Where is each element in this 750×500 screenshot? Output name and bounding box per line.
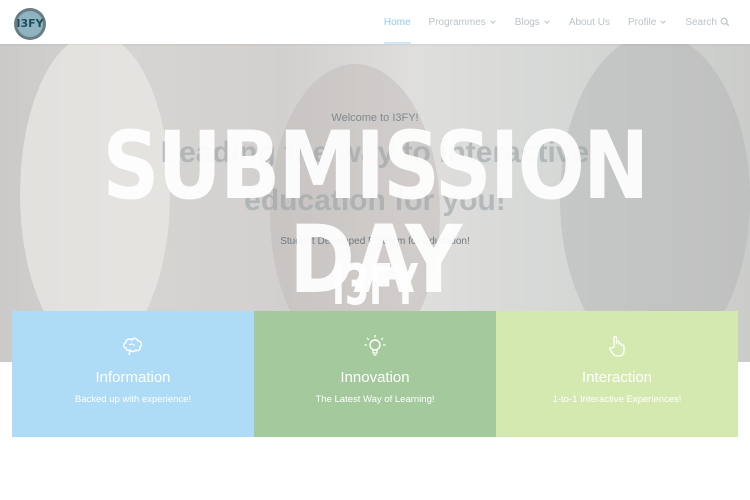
feature-card-interaction[interactable]: Interaction 1-to-1 Interactive Experienc… [496, 311, 738, 437]
overlay-subtitle: I3FY [332, 253, 418, 318]
chevron-down-icon [544, 20, 550, 24]
search-icon [720, 17, 730, 27]
feature-cards: Information Backed up with experience! I… [12, 311, 738, 437]
chevron-down-icon [490, 20, 496, 24]
feature-card-information[interactable]: Information Backed up with experience! [12, 311, 254, 437]
feature-title: Interaction [581, 369, 653, 386]
feature-title: Innovation [340, 369, 410, 386]
nav-item-programmes[interactable]: Programmes [429, 0, 497, 44]
brain-icon [123, 337, 143, 356]
nav-item-blogs[interactable]: Blogs [515, 0, 551, 44]
nav-item-about-us[interactable]: About Us [569, 0, 610, 44]
feature-description: 1-to-1 Interactive Experiences! [552, 394, 682, 405]
nav-item-label: Profile [627, 16, 657, 28]
search-label: Search [685, 16, 717, 28]
logo-text: I3FY [16, 17, 44, 30]
nav-item-profile[interactable]: Profile [628, 0, 667, 44]
main-nav: Home Programmes Blogs About Us Profile S… [383, 0, 730, 44]
chevron-down-icon [660, 20, 667, 24]
feature-card-innovation[interactable]: Innovation The Latest Way of Learning! [254, 311, 496, 437]
nav-search[interactable]: Search [685, 0, 730, 44]
lightbulb-icon [364, 335, 386, 356]
nav-item-label: About Us [568, 16, 610, 28]
feature-title: Information [95, 369, 171, 386]
feature-description: The Latest Way of Learning! [315, 394, 435, 405]
nav-item-label: Blogs [514, 16, 540, 28]
feature-description: Backed up with experience! [74, 394, 192, 405]
nav-item-label: Home [383, 16, 411, 28]
top-navbar: I3FY Home Programmes Blogs About Us Prof… [0, 0, 750, 44]
nav-item-label: Programmes [428, 16, 486, 28]
site-logo[interactable]: I3FY [14, 8, 46, 40]
nav-item-home[interactable]: Home [383, 0, 411, 44]
hand-pointer-icon [609, 335, 625, 357]
